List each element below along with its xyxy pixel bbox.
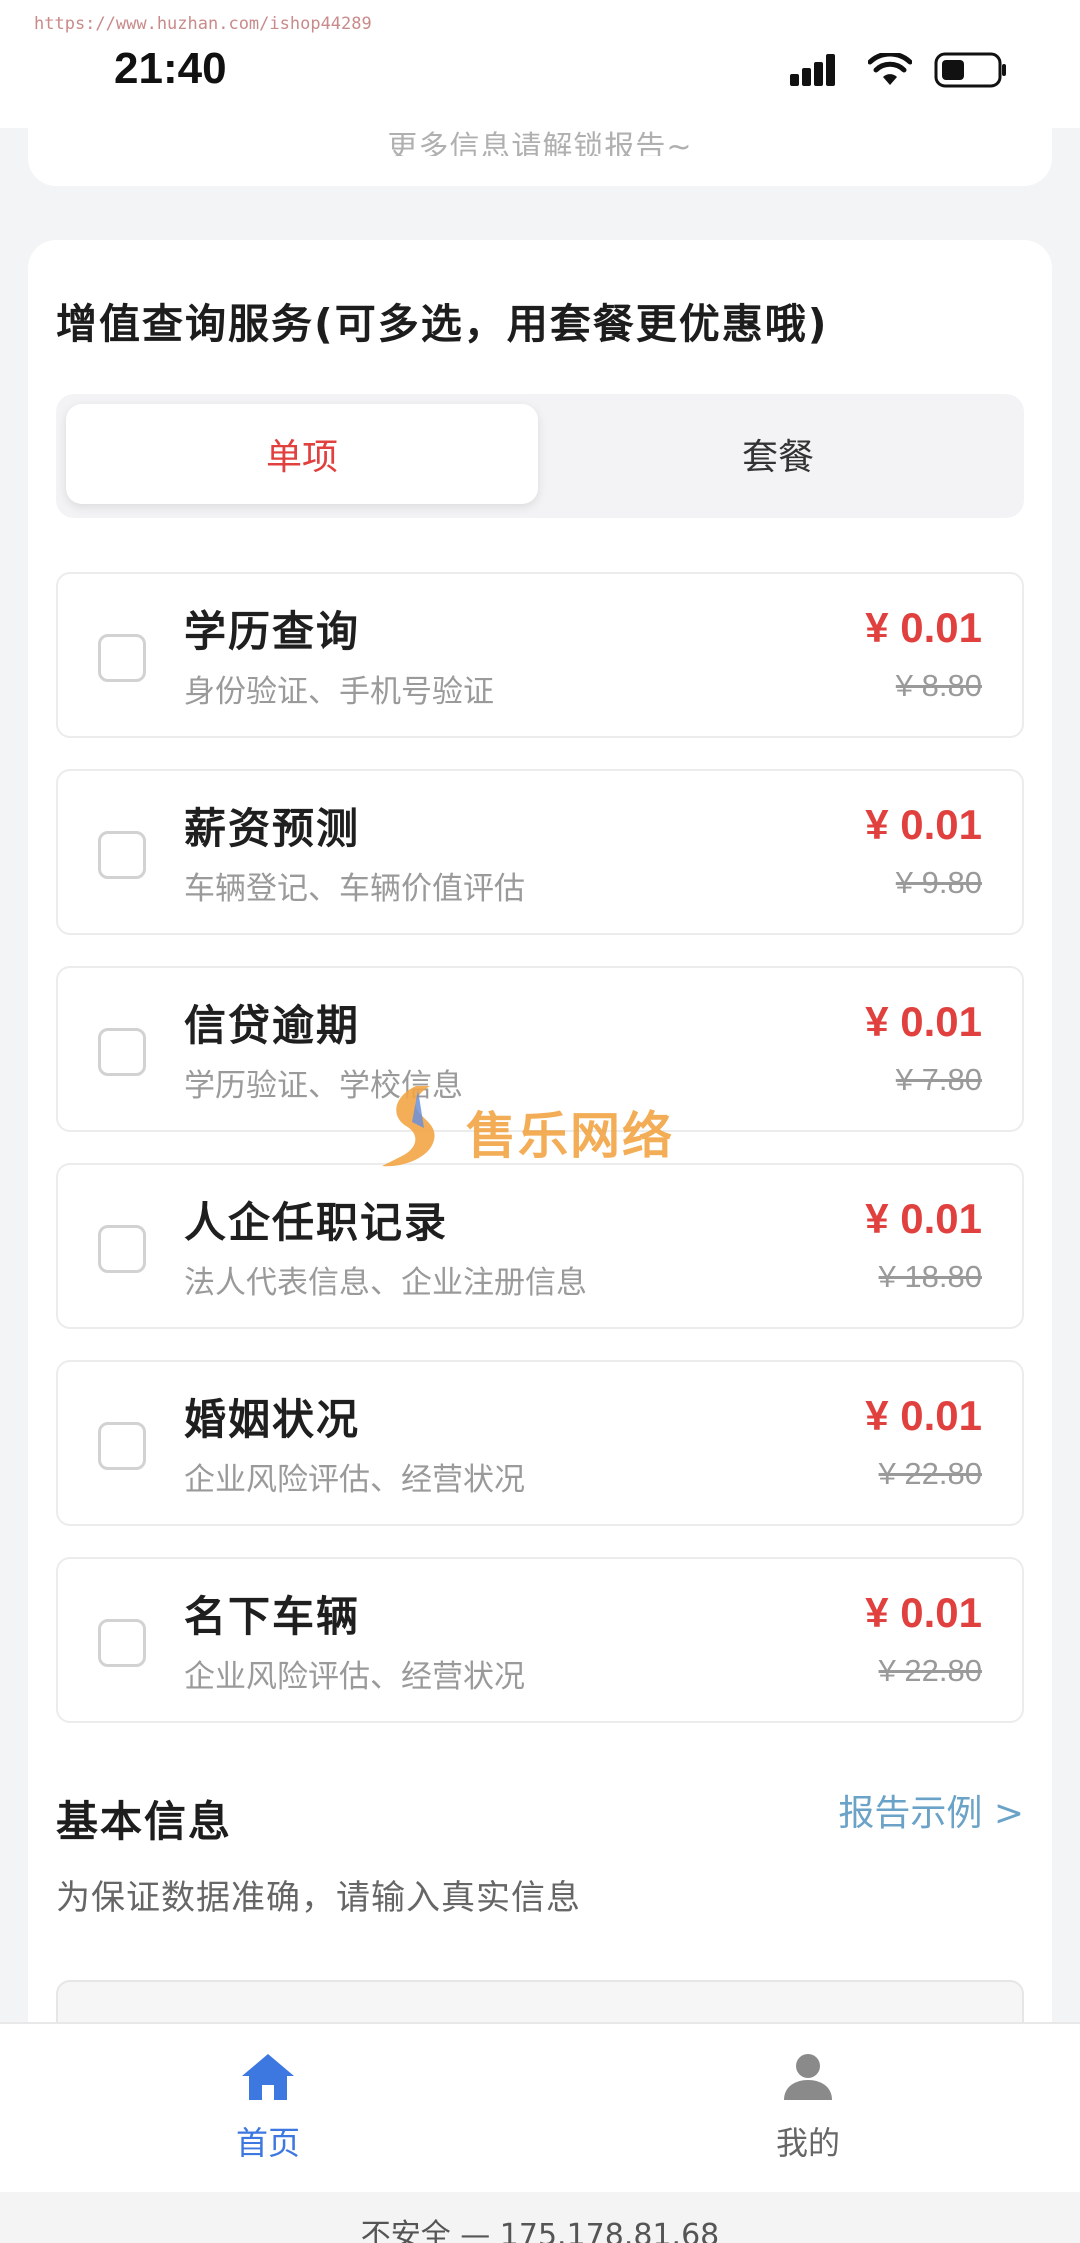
- home-icon: [242, 2054, 294, 2100]
- service-item-salary[interactable]: 薪资预测 车辆登记、车辆价值评估 ¥ 0.01 ¥ 9.80: [56, 769, 1024, 935]
- service-price: ¥ 0.01: [865, 1392, 982, 1439]
- nav-mine-label: 我的: [775, 2124, 840, 2162]
- service-desc: 身份验证、手机号验证: [184, 674, 494, 710]
- main-card: 增值查询服务(可多选，用套餐更优惠哦) 单项 套餐 学历查询 身份验证、手机号验…: [28, 240, 1052, 2100]
- service-desc: 企业风险评估、经营状况: [184, 1462, 525, 1498]
- page: https://www.huzhan.com/ishop44289 21:40 …: [0, 0, 1080, 2243]
- service-desc: 车辆登记、车辆价值评估: [184, 871, 525, 907]
- wifi-icon: [868, 53, 912, 85]
- service-original-price: ¥ 18.80: [878, 1259, 982, 1294]
- checkbox[interactable]: [98, 1422, 146, 1470]
- tab-package[interactable]: 套餐: [542, 404, 1014, 504]
- checkbox[interactable]: [98, 634, 146, 682]
- basic-info-title: 基本信息: [56, 1797, 233, 1846]
- top-card: 更多信息请解锁报告~: [28, 100, 1052, 186]
- service-desc: 法人代表信息、企业注册信息: [184, 1265, 587, 1301]
- service-item-credit[interactable]: 信贷逾期 学历验证、学校信息 ¥ 0.01 ¥ 7.80: [56, 966, 1024, 1132]
- nav-home[interactable]: 首页: [188, 2052, 348, 2164]
- service-original-price: ¥ 22.80: [878, 1456, 982, 1491]
- user-icon: [784, 2054, 832, 2100]
- service-item-vehicle[interactable]: 名下车辆 企业风险评估、经营状况 ¥ 0.01 ¥ 22.80: [56, 1557, 1024, 1723]
- nav-mine[interactable]: 我的: [728, 2052, 888, 2164]
- service-price: ¥ 0.01: [865, 1589, 982, 1636]
- service-tabs: 单项 套餐: [56, 394, 1024, 518]
- service-original-price: ¥ 8.80: [895, 668, 982, 703]
- tab-single[interactable]: 单项: [66, 404, 538, 504]
- watermark-url: https://www.huzhan.com/ishop44289: [34, 14, 372, 34]
- service-item-marriage[interactable]: 婚姻状况 企业风险评估、经营状况 ¥ 0.01 ¥ 22.80: [56, 1360, 1024, 1526]
- basic-info-subtitle: 为保证数据准确，请输入真实信息: [56, 1878, 581, 1918]
- service-price: ¥ 0.01: [865, 998, 982, 1045]
- service-price: ¥ 0.01: [865, 604, 982, 651]
- service-original-price: ¥ 9.80: [895, 865, 982, 900]
- battery-icon: [934, 52, 1006, 88]
- bottom-nav: 首页 我的: [0, 2022, 1080, 2192]
- nav-home-label: 首页: [235, 2124, 300, 2162]
- service-name: 人企任职记录: [184, 1198, 449, 1247]
- report-example-link[interactable]: 报告示例 >: [838, 1784, 1024, 1836]
- service-list: 学历查询 身份验证、手机号验证 ¥ 0.01 ¥ 8.80 薪资预测 车辆登记、…: [56, 572, 1024, 1754]
- service-name: 婚姻状况: [184, 1395, 361, 1444]
- status-time: 21:40: [114, 44, 227, 93]
- service-name: 薪资预测: [184, 804, 361, 853]
- service-item-education[interactable]: 学历查询 身份验证、手机号验证 ¥ 0.01 ¥ 8.80: [56, 572, 1024, 738]
- service-name: 学历查询: [184, 607, 361, 656]
- unlock-hint: 更多信息请解锁报告~: [387, 130, 693, 156]
- checkbox[interactable]: [98, 831, 146, 879]
- service-desc: 企业风险评估、经营状况: [184, 1659, 525, 1695]
- signal-icon: [790, 54, 835, 86]
- browser-address-text: 不安全 — 175.178.81.68: [360, 2218, 720, 2243]
- service-item-employment[interactable]: 人企任职记录 法人代表信息、企业注册信息 ¥ 0.01 ¥ 18.80: [56, 1163, 1024, 1329]
- service-original-price: ¥ 7.80: [895, 1062, 982, 1097]
- browser-address-bar[interactable]: 不安全 — 175.178.81.68: [0, 2192, 1080, 2243]
- service-original-price: ¥ 22.80: [878, 1653, 982, 1688]
- status-icons: [790, 52, 1008, 88]
- service-name: 名下车辆: [184, 1592, 361, 1641]
- service-name: 信贷逾期: [184, 1001, 361, 1050]
- checkbox[interactable]: [98, 1225, 146, 1273]
- service-desc: 学历验证、学校信息: [184, 1068, 463, 1104]
- service-price: ¥ 0.01: [865, 801, 982, 848]
- services-title: 增值查询服务(可多选，用套餐更优惠哦): [56, 300, 829, 348]
- service-price: ¥ 0.01: [865, 1195, 982, 1242]
- checkbox[interactable]: [98, 1619, 146, 1667]
- checkbox[interactable]: [98, 1028, 146, 1076]
